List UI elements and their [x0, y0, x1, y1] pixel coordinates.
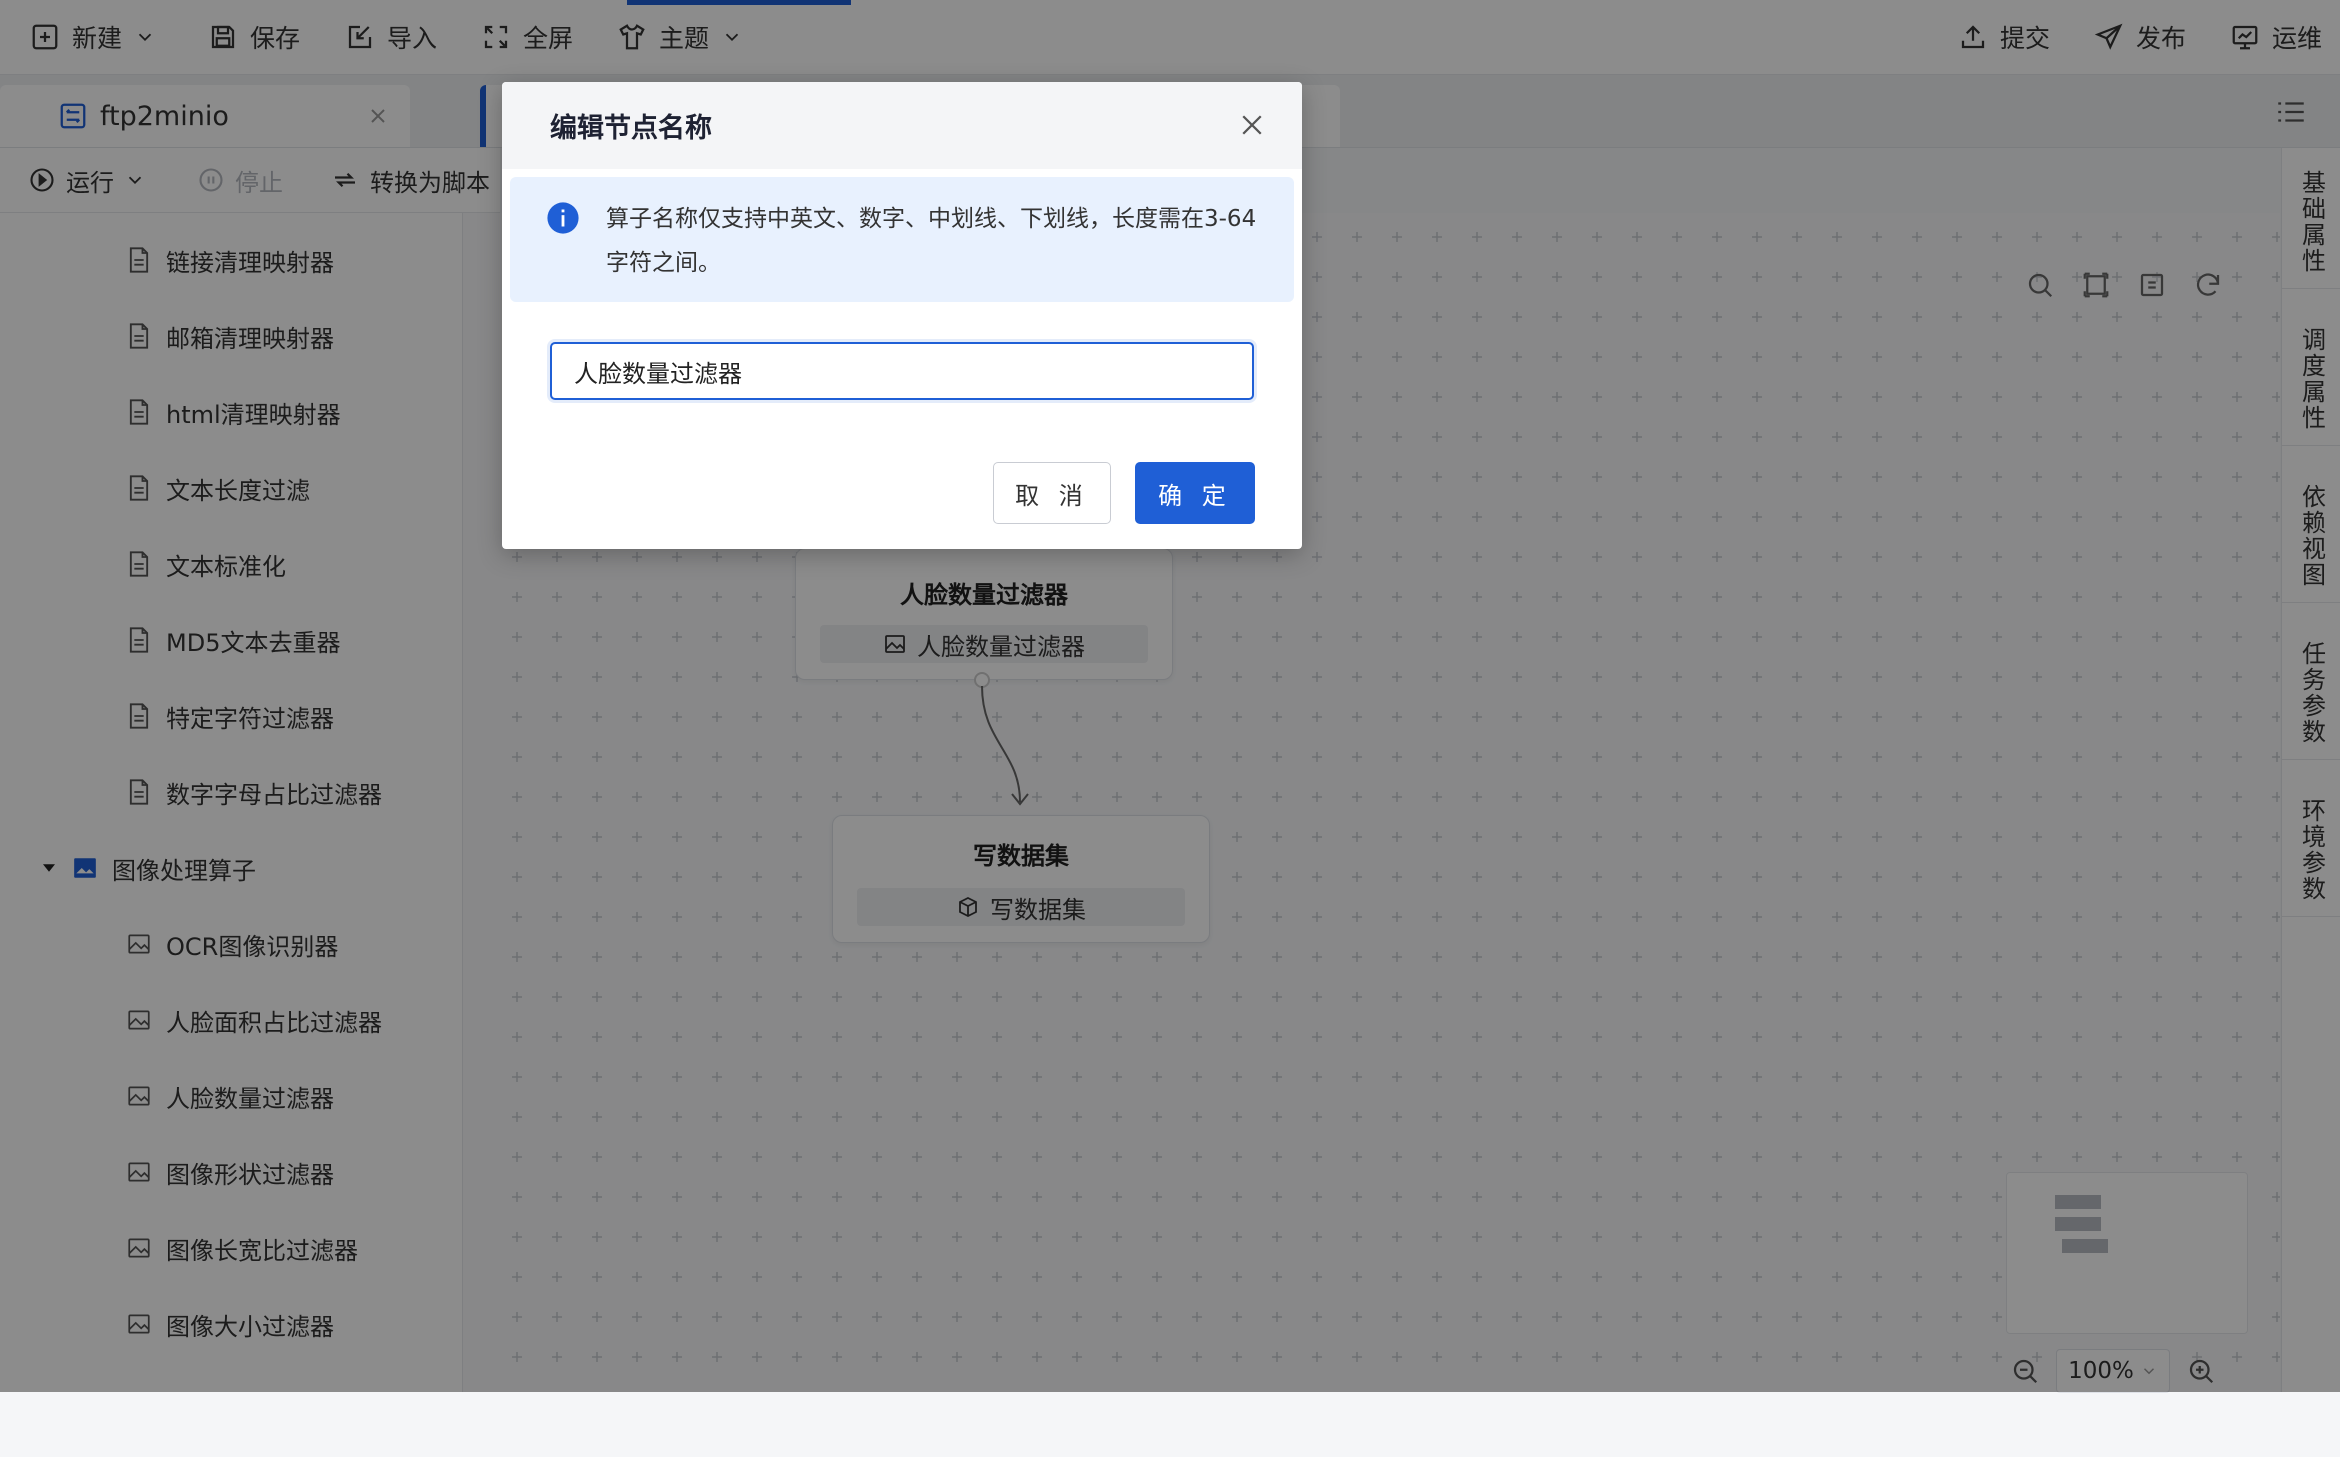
notice-text: 算子名称仅支持中英文、数字、中划线、下划线，长度需在3-64字符之间。	[606, 206, 1257, 276]
info-notice: 算子名称仅支持中英文、数字、中划线、下划线，长度需在3-64字符之间。	[510, 177, 1294, 302]
edit-node-name-dialog: 编辑节点名称 算子名称仅支持中英文、数字、中划线、下划线，长度需在3-64字符之…	[502, 82, 1302, 549]
info-icon	[547, 202, 579, 234]
node-name-input[interactable]	[550, 342, 1254, 400]
confirm-button[interactable]: 确 定	[1135, 462, 1255, 524]
close-icon[interactable]	[1237, 110, 1267, 140]
cancel-button[interactable]: 取 消	[993, 462, 1111, 524]
dialog-header: 编辑节点名称	[502, 82, 1302, 169]
dialog-title: 编辑节点名称	[550, 113, 712, 144]
